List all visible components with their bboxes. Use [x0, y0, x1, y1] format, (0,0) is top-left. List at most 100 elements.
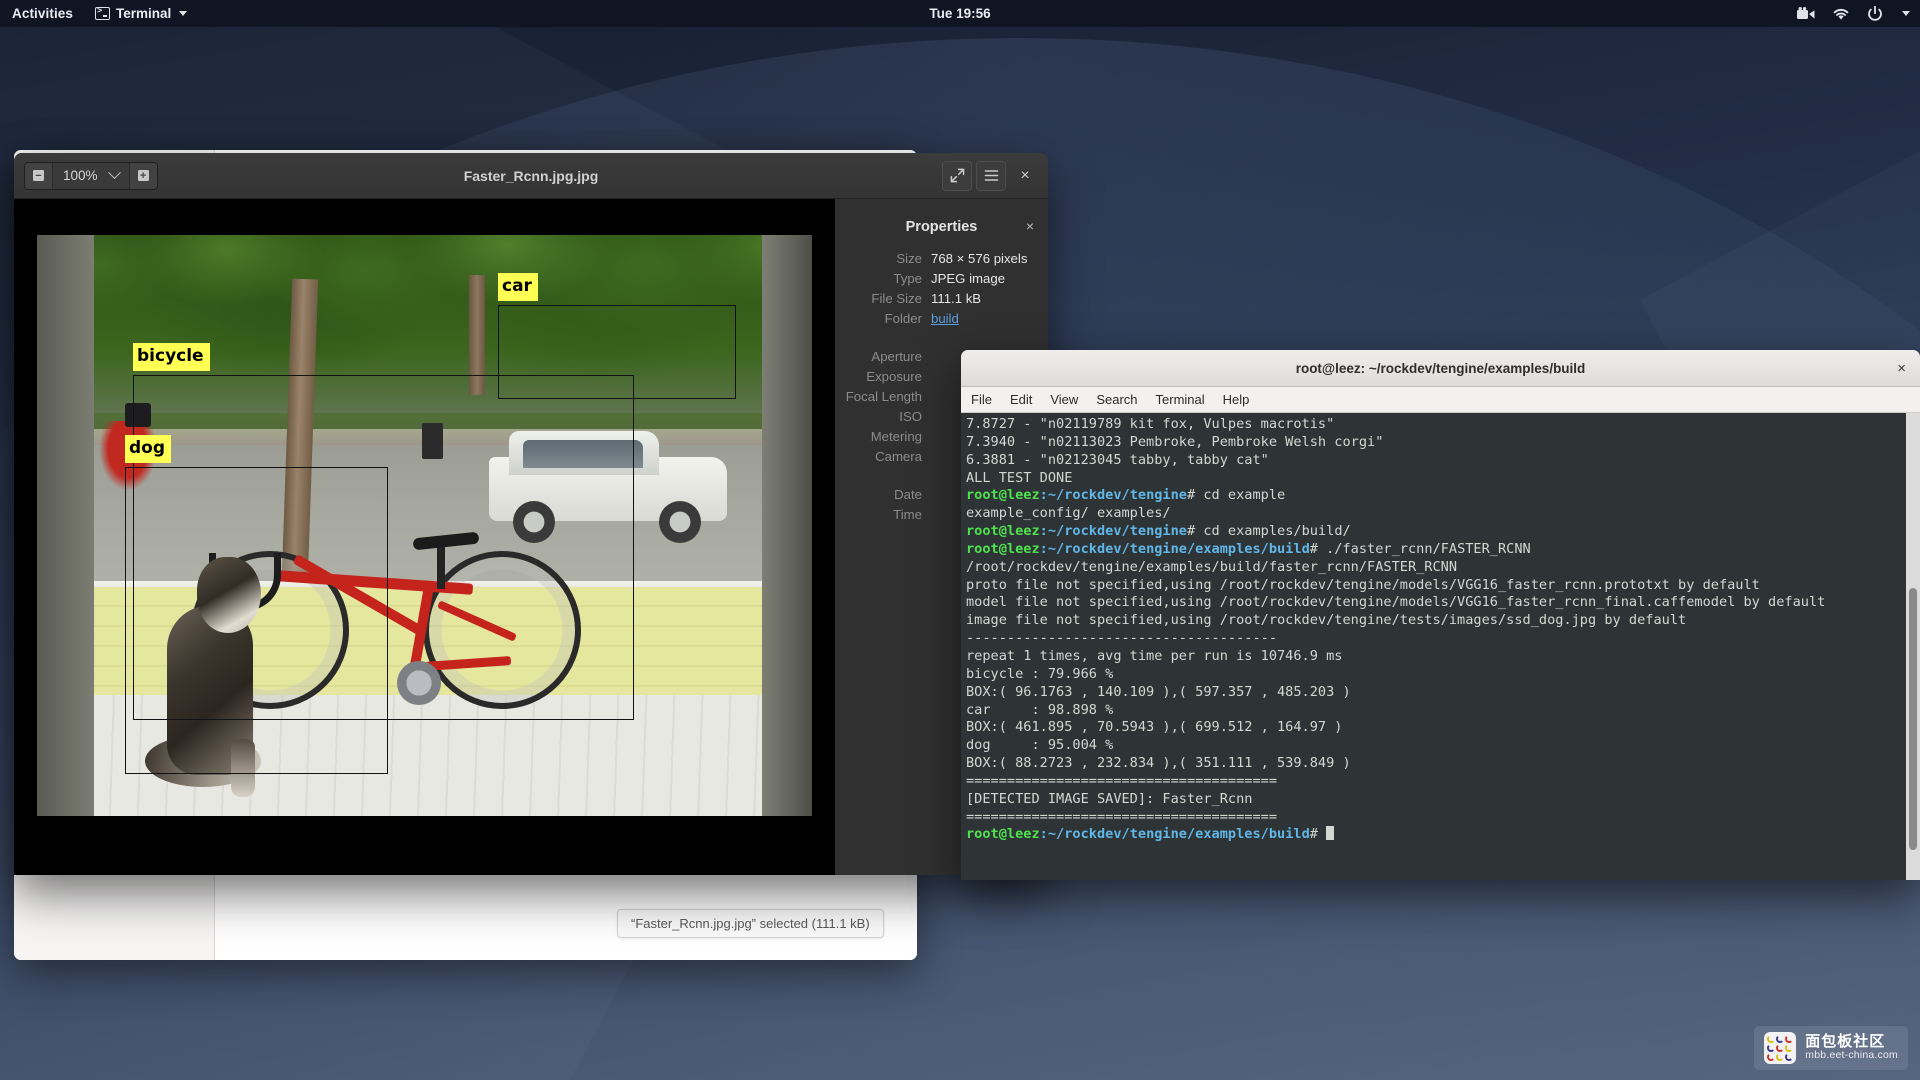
terminal-prompt-path: :~/rockdev/tengine/examples/build	[1039, 540, 1310, 557]
page-title: Faster_Rcnn.jpg.jpg	[463, 167, 599, 184]
menu-item-edit[interactable]: Edit	[1010, 392, 1032, 407]
property-row-size: Size 768 × 576 pixels	[835, 251, 1048, 266]
scrollbar-thumb[interactable]	[1909, 588, 1917, 850]
watermark-logo-icon	[1764, 1032, 1797, 1064]
terminal-line: repeat 1 times, avg time per run is 1074…	[966, 647, 1343, 664]
image-viewer-body: bicycle car dog Properties × Size 768 × …	[14, 199, 1048, 875]
close-icon[interactable]: ×	[1897, 360, 1906, 377]
detection-box-dog	[125, 467, 388, 774]
property-label: Date	[894, 487, 922, 502]
terminal-output[interactable]: 7.8727 - "n02119789 kit fox, Vulpes macr…	[961, 413, 1920, 880]
photo-porch-pillar-right	[762, 235, 812, 816]
terminal-line: root@leez:~/rockdev/tengine# cd examples…	[966, 523, 1920, 541]
terminal-line: root@leez:~/rockdev/tengine# cd example	[966, 487, 1920, 505]
property-row-type: Type JPEG image	[835, 271, 1048, 286]
zoom-in-button[interactable]: +	[128, 162, 157, 189]
zoom-value-dropdown[interactable]: 100%	[53, 163, 129, 189]
power-icon[interactable]	[1867, 5, 1883, 22]
menu-item-terminal[interactable]: Terminal	[1156, 392, 1205, 407]
terminal-titlebar: root@leez: ~/rockdev/tengine/examples/bu…	[961, 350, 1920, 387]
terminal-prompt-user: root@leez	[966, 487, 1040, 504]
terminal-command: # ./faster_rcnn/FASTER_RCNN	[1309, 540, 1531, 557]
wifi-icon[interactable]	[1832, 7, 1850, 21]
terminal-prompt-path: :~/rockdev/tengine/examples/build	[1039, 826, 1310, 843]
terminal-line: --------------------------------------	[966, 630, 1277, 647]
topbar-app-name: Terminal	[116, 6, 172, 21]
plus-icon: +	[137, 170, 149, 181]
activities-button[interactable]: Activities	[0, 6, 87, 21]
terminal-cursor	[1326, 826, 1335, 841]
image-viewer-header: − 100% + Faster_Rcnn.jpg.jpg ×	[14, 153, 1048, 199]
terminal-line: car : 98.898 %	[966, 701, 1114, 718]
detection-label-dog: dog	[125, 435, 172, 463]
terminal-command: #	[1309, 826, 1327, 843]
terminal-prompt-user: root@leez	[966, 826, 1040, 843]
close-icon[interactable]: ×	[1026, 218, 1034, 234]
minus-icon: −	[33, 170, 44, 181]
clock[interactable]: Tue 19:56	[860, 6, 1060, 21]
terminal-prompt-path: :~/rockdev/tengine	[1039, 523, 1187, 540]
topbar-app-menu[interactable]: Terminal	[87, 5, 195, 21]
chevron-down-icon	[179, 11, 188, 16]
photo-porch-pillar-left	[37, 235, 94, 816]
chevron-down-icon[interactable]	[1902, 11, 1910, 16]
chevron-down-icon	[107, 166, 121, 180]
terminal-line: BOX:( 88.2723 , 232.834 ),( 351.111 , 53…	[966, 755, 1351, 772]
terminal-scrollbar[interactable]	[1906, 413, 1920, 880]
screencast-icon[interactable]	[1797, 6, 1815, 21]
menu-item-file[interactable]: File	[971, 392, 992, 407]
terminal-line: [DETECTED IMAGE SAVED]: Faster_Rcnn	[966, 790, 1253, 807]
terminal-window[interactable]: root@leez: ~/rockdev/tengine/examples/bu…	[961, 350, 1920, 880]
property-label: Folder	[884, 311, 922, 326]
terminal-line: ALL TEST DONE	[966, 469, 1073, 486]
terminal-command: # cd example	[1187, 487, 1286, 504]
zoom-level: 100%	[63, 168, 98, 183]
system-tray[interactable]	[1797, 5, 1910, 22]
property-label: Camera	[875, 449, 922, 464]
window-controls[interactable]: ×	[942, 160, 1040, 191]
fullscreen-icon[interactable]	[942, 160, 972, 191]
detection-box-car	[498, 305, 736, 399]
zoom-controls[interactable]: − 100% +	[24, 161, 158, 190]
terminal-prompt-user: root@leez	[966, 540, 1040, 557]
property-row-file-size: File Size 111.1 kB	[835, 291, 1048, 306]
site-watermark: 面包板社区 mbb.eet-china.com	[1754, 1026, 1908, 1070]
close-icon[interactable]: ×	[1010, 161, 1040, 191]
detected-image: bicycle car dog	[37, 235, 812, 816]
folder-link[interactable]: build	[931, 311, 959, 326]
property-label: Metering	[870, 429, 922, 444]
image-viewer-window[interactable]: − 100% + Faster_Rcnn.jpg.jpg × bicycle c…	[14, 153, 1048, 875]
menu-item-view[interactable]: View	[1050, 392, 1078, 407]
property-label: Focal Length	[845, 389, 922, 404]
terminal-menubar[interactable]: File Edit View Search Terminal Help	[961, 387, 1920, 413]
terminal-line: model file not specified,using /root/roc…	[966, 594, 1826, 611]
terminal-line: image file not specified,using /root/roc…	[966, 612, 1687, 629]
terminal-line: proto file not specified,using /root/roc…	[966, 576, 1760, 593]
terminal-line: root@leez:~/rockdev/tengine/examples/bui…	[966, 541, 1920, 559]
image-canvas[interactable]: bicycle car dog	[14, 199, 835, 875]
zoom-out-button[interactable]: −	[25, 162, 53, 189]
property-value: JPEG image	[931, 271, 1006, 286]
hamburger-menu-icon[interactable]	[976, 160, 1006, 191]
truck-wheel-rear	[659, 501, 701, 543]
terminal-line: dog : 95.004 %	[966, 737, 1114, 754]
property-label: Size	[896, 251, 922, 266]
detection-label-bicycle: bicycle	[133, 343, 210, 371]
property-value: 768 × 576 pixels	[931, 251, 1028, 266]
terminal-line: BOX:( 461.895 , 70.5943 ),( 699.512 , 16…	[966, 719, 1343, 736]
terminal-line: /root/rockdev/tengine/examples/build/fas…	[966, 558, 1458, 575]
menu-item-help[interactable]: Help	[1223, 392, 1250, 407]
terminal-line: 7.8727 - "n02119789 kit fox, Vulpes macr…	[966, 416, 1335, 432]
property-label: File Size	[871, 291, 922, 306]
terminal-line: 7.3940 - "n02113023 Pembroke, Pembroke W…	[966, 433, 1384, 450]
detection-label-car: car	[498, 273, 538, 301]
menu-item-search[interactable]: Search	[1096, 392, 1137, 407]
properties-title: Properties	[905, 219, 978, 235]
gnome-top-bar: Activities Terminal Tue 19:56	[0, 0, 1920, 27]
watermark-text: 面包板社区 mbb.eet-china.com	[1805, 1034, 1898, 1062]
terminal-line: example_config/ examples/	[966, 505, 1171, 522]
terminal-title: root@leez: ~/rockdev/tengine/examples/bu…	[1295, 360, 1586, 376]
terminal-line: BOX:( 96.1763 , 140.109 ),( 597.357 , 48…	[966, 683, 1351, 700]
terminal-line: ======================================	[966, 808, 1277, 825]
